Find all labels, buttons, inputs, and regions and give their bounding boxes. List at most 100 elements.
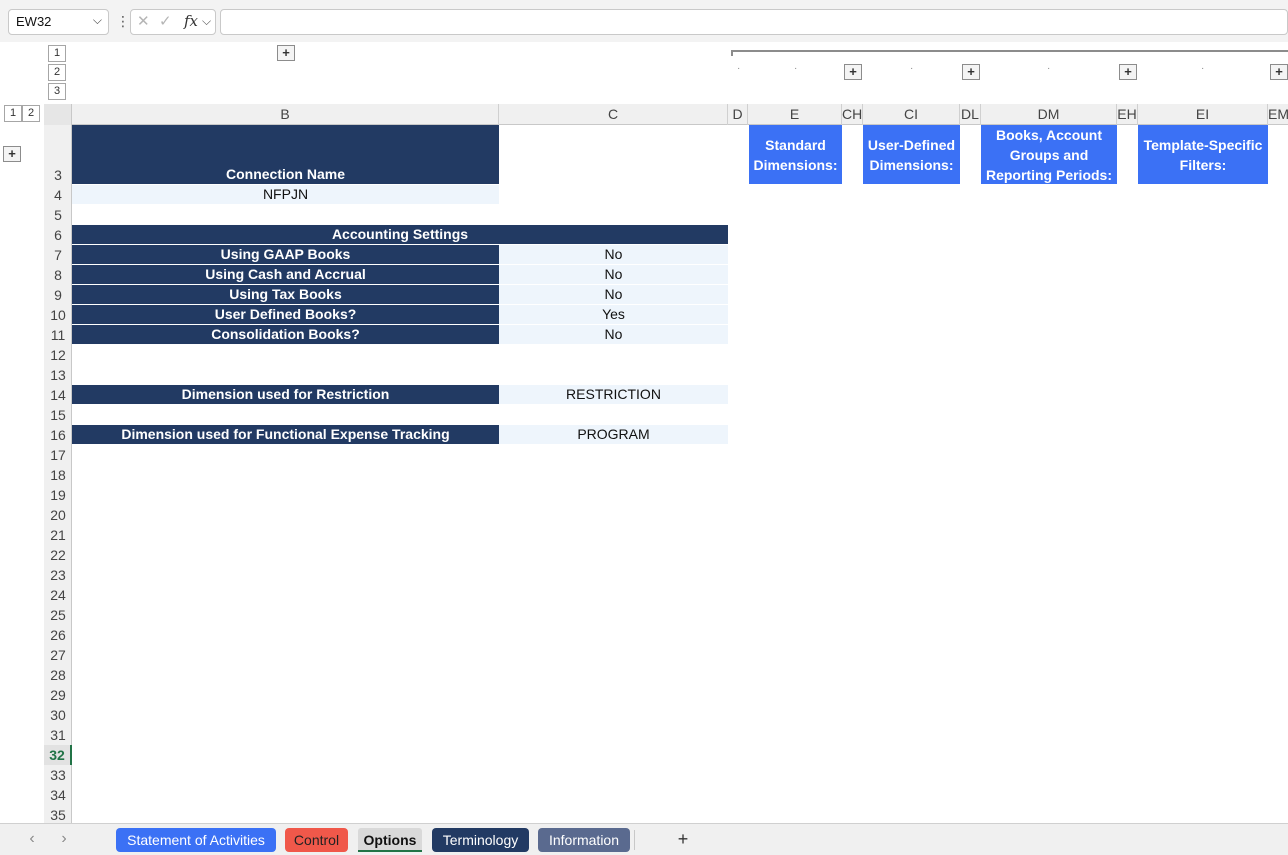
- row-header[interactable]: 21: [44, 525, 72, 545]
- outline-dot: ·: [1047, 63, 1051, 74]
- name-box[interactable]: EW32 ⌵: [8, 9, 109, 35]
- expand-column-group-button[interactable]: +: [844, 64, 862, 80]
- row-header[interactable]: 15: [44, 405, 72, 425]
- enter-icon[interactable]: ✓: [159, 12, 172, 30]
- cancel-icon[interactable]: ✕: [137, 12, 150, 30]
- column-header-dl[interactable]: DL: [960, 104, 981, 125]
- setting-value[interactable]: No: [499, 285, 728, 304]
- connection-name-header[interactable]: Connection Name: [72, 125, 499, 184]
- user-defined-dimensions-header[interactable]: User-Defined Dimensions:: [863, 125, 960, 184]
- tab-terminology[interactable]: Terminology: [432, 828, 529, 852]
- books-account-groups-header[interactable]: Books, Account Groups and Reporting Peri…: [981, 125, 1117, 184]
- setting-value[interactable]: No: [499, 265, 728, 284]
- row-header[interactable]: 26: [44, 625, 72, 645]
- row-header[interactable]: 12: [44, 345, 72, 365]
- row-header[interactable]: 23: [44, 565, 72, 585]
- expand-column-group-button[interactable]: +: [962, 64, 980, 80]
- row-header[interactable]: 20: [44, 505, 72, 525]
- setting-label[interactable]: Using Cash and Accrual: [72, 265, 499, 284]
- row-header[interactable]: 30: [44, 705, 72, 725]
- outline-bracket: [731, 50, 1288, 56]
- row-header[interactable]: 4: [44, 185, 72, 205]
- row-header[interactable]: 8: [44, 265, 72, 285]
- template-specific-filters-header[interactable]: Template-Specific Filters:: [1138, 125, 1268, 184]
- row-header[interactable]: 18: [44, 465, 72, 485]
- chevron-down-icon[interactable]: ⌵: [202, 14, 211, 29]
- expand-column-group-button[interactable]: +: [1270, 64, 1288, 80]
- column-outline-level-3[interactable]: 3: [48, 83, 66, 100]
- restriction-label[interactable]: Dimension used for Restriction: [72, 385, 499, 404]
- row-header[interactable]: 24: [44, 585, 72, 605]
- column-header-ei[interactable]: EI: [1138, 104, 1268, 125]
- restriction-value[interactable]: RESTRICTION: [499, 385, 728, 404]
- outline-dot: ·: [1201, 63, 1205, 74]
- row-header-active[interactable]: 32: [44, 745, 72, 765]
- connection-name-value[interactable]: NFPJN: [72, 185, 499, 204]
- row-header[interactable]: 25: [44, 605, 72, 625]
- standard-dimensions-header[interactable]: Standard Dimensions:: [749, 125, 842, 184]
- column-header-ch[interactable]: CH: [842, 104, 863, 125]
- setting-value[interactable]: No: [499, 245, 728, 264]
- row-header[interactable]: 35: [44, 805, 72, 823]
- column-header-eh[interactable]: EH: [1117, 104, 1138, 125]
- row-header[interactable]: 29: [44, 685, 72, 705]
- row-header[interactable]: 6: [44, 225, 72, 245]
- row-outline-level-2[interactable]: 2: [22, 105, 40, 122]
- setting-label[interactable]: User Defined Books?: [72, 305, 499, 324]
- row-header[interactable]: 34: [44, 785, 72, 805]
- chevron-down-icon[interactable]: ⌵: [93, 13, 102, 28]
- row-header[interactable]: 17: [44, 445, 72, 465]
- formula-controls: ✕ ✓ fx ⌵: [130, 9, 216, 35]
- row-header[interactable]: 3: [44, 165, 72, 185]
- row-header[interactable]: 31: [44, 725, 72, 745]
- row-header[interactable]: 13: [44, 365, 72, 385]
- accounting-settings-header[interactable]: Accounting Settings: [72, 225, 728, 244]
- setting-label[interactable]: Using GAAP Books: [72, 245, 499, 264]
- row-header[interactable]: 14: [44, 385, 72, 405]
- column-header-d[interactable]: D: [728, 104, 748, 125]
- functional-expense-label[interactable]: Dimension used for Functional Expense Tr…: [72, 425, 499, 444]
- cell-reference: EW32: [16, 14, 52, 29]
- row-header[interactable]: 7: [44, 245, 72, 265]
- setting-label[interactable]: Using Tax Books: [72, 285, 499, 304]
- column-header-dm[interactable]: DM: [981, 104, 1117, 125]
- row-header[interactable]: 22: [44, 545, 72, 565]
- row-header[interactable]: 28: [44, 665, 72, 685]
- column-header-b[interactable]: B: [72, 104, 499, 125]
- insert-function-icon[interactable]: fx: [184, 12, 198, 30]
- setting-label[interactable]: Consolidation Books?: [72, 325, 499, 344]
- row-header[interactable]: 19: [44, 485, 72, 505]
- tab-control[interactable]: Control: [285, 828, 348, 852]
- column-outline-level-2[interactable]: 2: [48, 64, 66, 81]
- column-header-e[interactable]: E: [748, 104, 842, 125]
- column-header-c[interactable]: C: [499, 104, 728, 125]
- row-header[interactable]: 11: [44, 325, 72, 345]
- column-header-em[interactable]: EM: [1268, 104, 1288, 125]
- row-header[interactable]: 5: [44, 205, 72, 225]
- tab-information[interactable]: Information: [538, 828, 630, 852]
- row-outline-level-1[interactable]: 1: [4, 105, 22, 122]
- expand-column-group-button[interactable]: +: [277, 45, 295, 61]
- column-header-ci[interactable]: CI: [863, 104, 960, 125]
- tab-options[interactable]: Options: [358, 828, 422, 852]
- more-options-icon[interactable]: ⋮: [116, 11, 130, 31]
- row-header[interactable]: 16: [44, 425, 72, 445]
- expand-row-group-button[interactable]: +: [3, 146, 21, 162]
- previous-sheet-icon[interactable]: ‹: [22, 830, 42, 850]
- next-sheet-icon[interactable]: ›: [54, 830, 74, 850]
- row-header[interactable]: 10: [44, 305, 72, 325]
- row-header[interactable]: 9: [44, 285, 72, 305]
- formula-input[interactable]: [220, 9, 1288, 35]
- setting-value[interactable]: No: [499, 325, 728, 344]
- tab-statement-of-activities[interactable]: Statement of Activities: [116, 828, 276, 852]
- functional-expense-value[interactable]: PROGRAM: [499, 425, 728, 444]
- row-header[interactable]: 33: [44, 765, 72, 785]
- expand-column-group-button[interactable]: +: [1119, 64, 1137, 80]
- connection-name-label: Connection Name: [225, 166, 345, 182]
- add-sheet-button[interactable]: +: [673, 830, 693, 850]
- select-all-corner[interactable]: [44, 104, 72, 125]
- row-header[interactable]: 27: [44, 645, 72, 665]
- row-header-bar: 3 4 5 6 7 8 9 10 11 12 13 14 15 16 17 18…: [44, 125, 72, 823]
- column-outline-level-1[interactable]: 1: [48, 45, 66, 62]
- setting-value[interactable]: Yes: [499, 305, 728, 324]
